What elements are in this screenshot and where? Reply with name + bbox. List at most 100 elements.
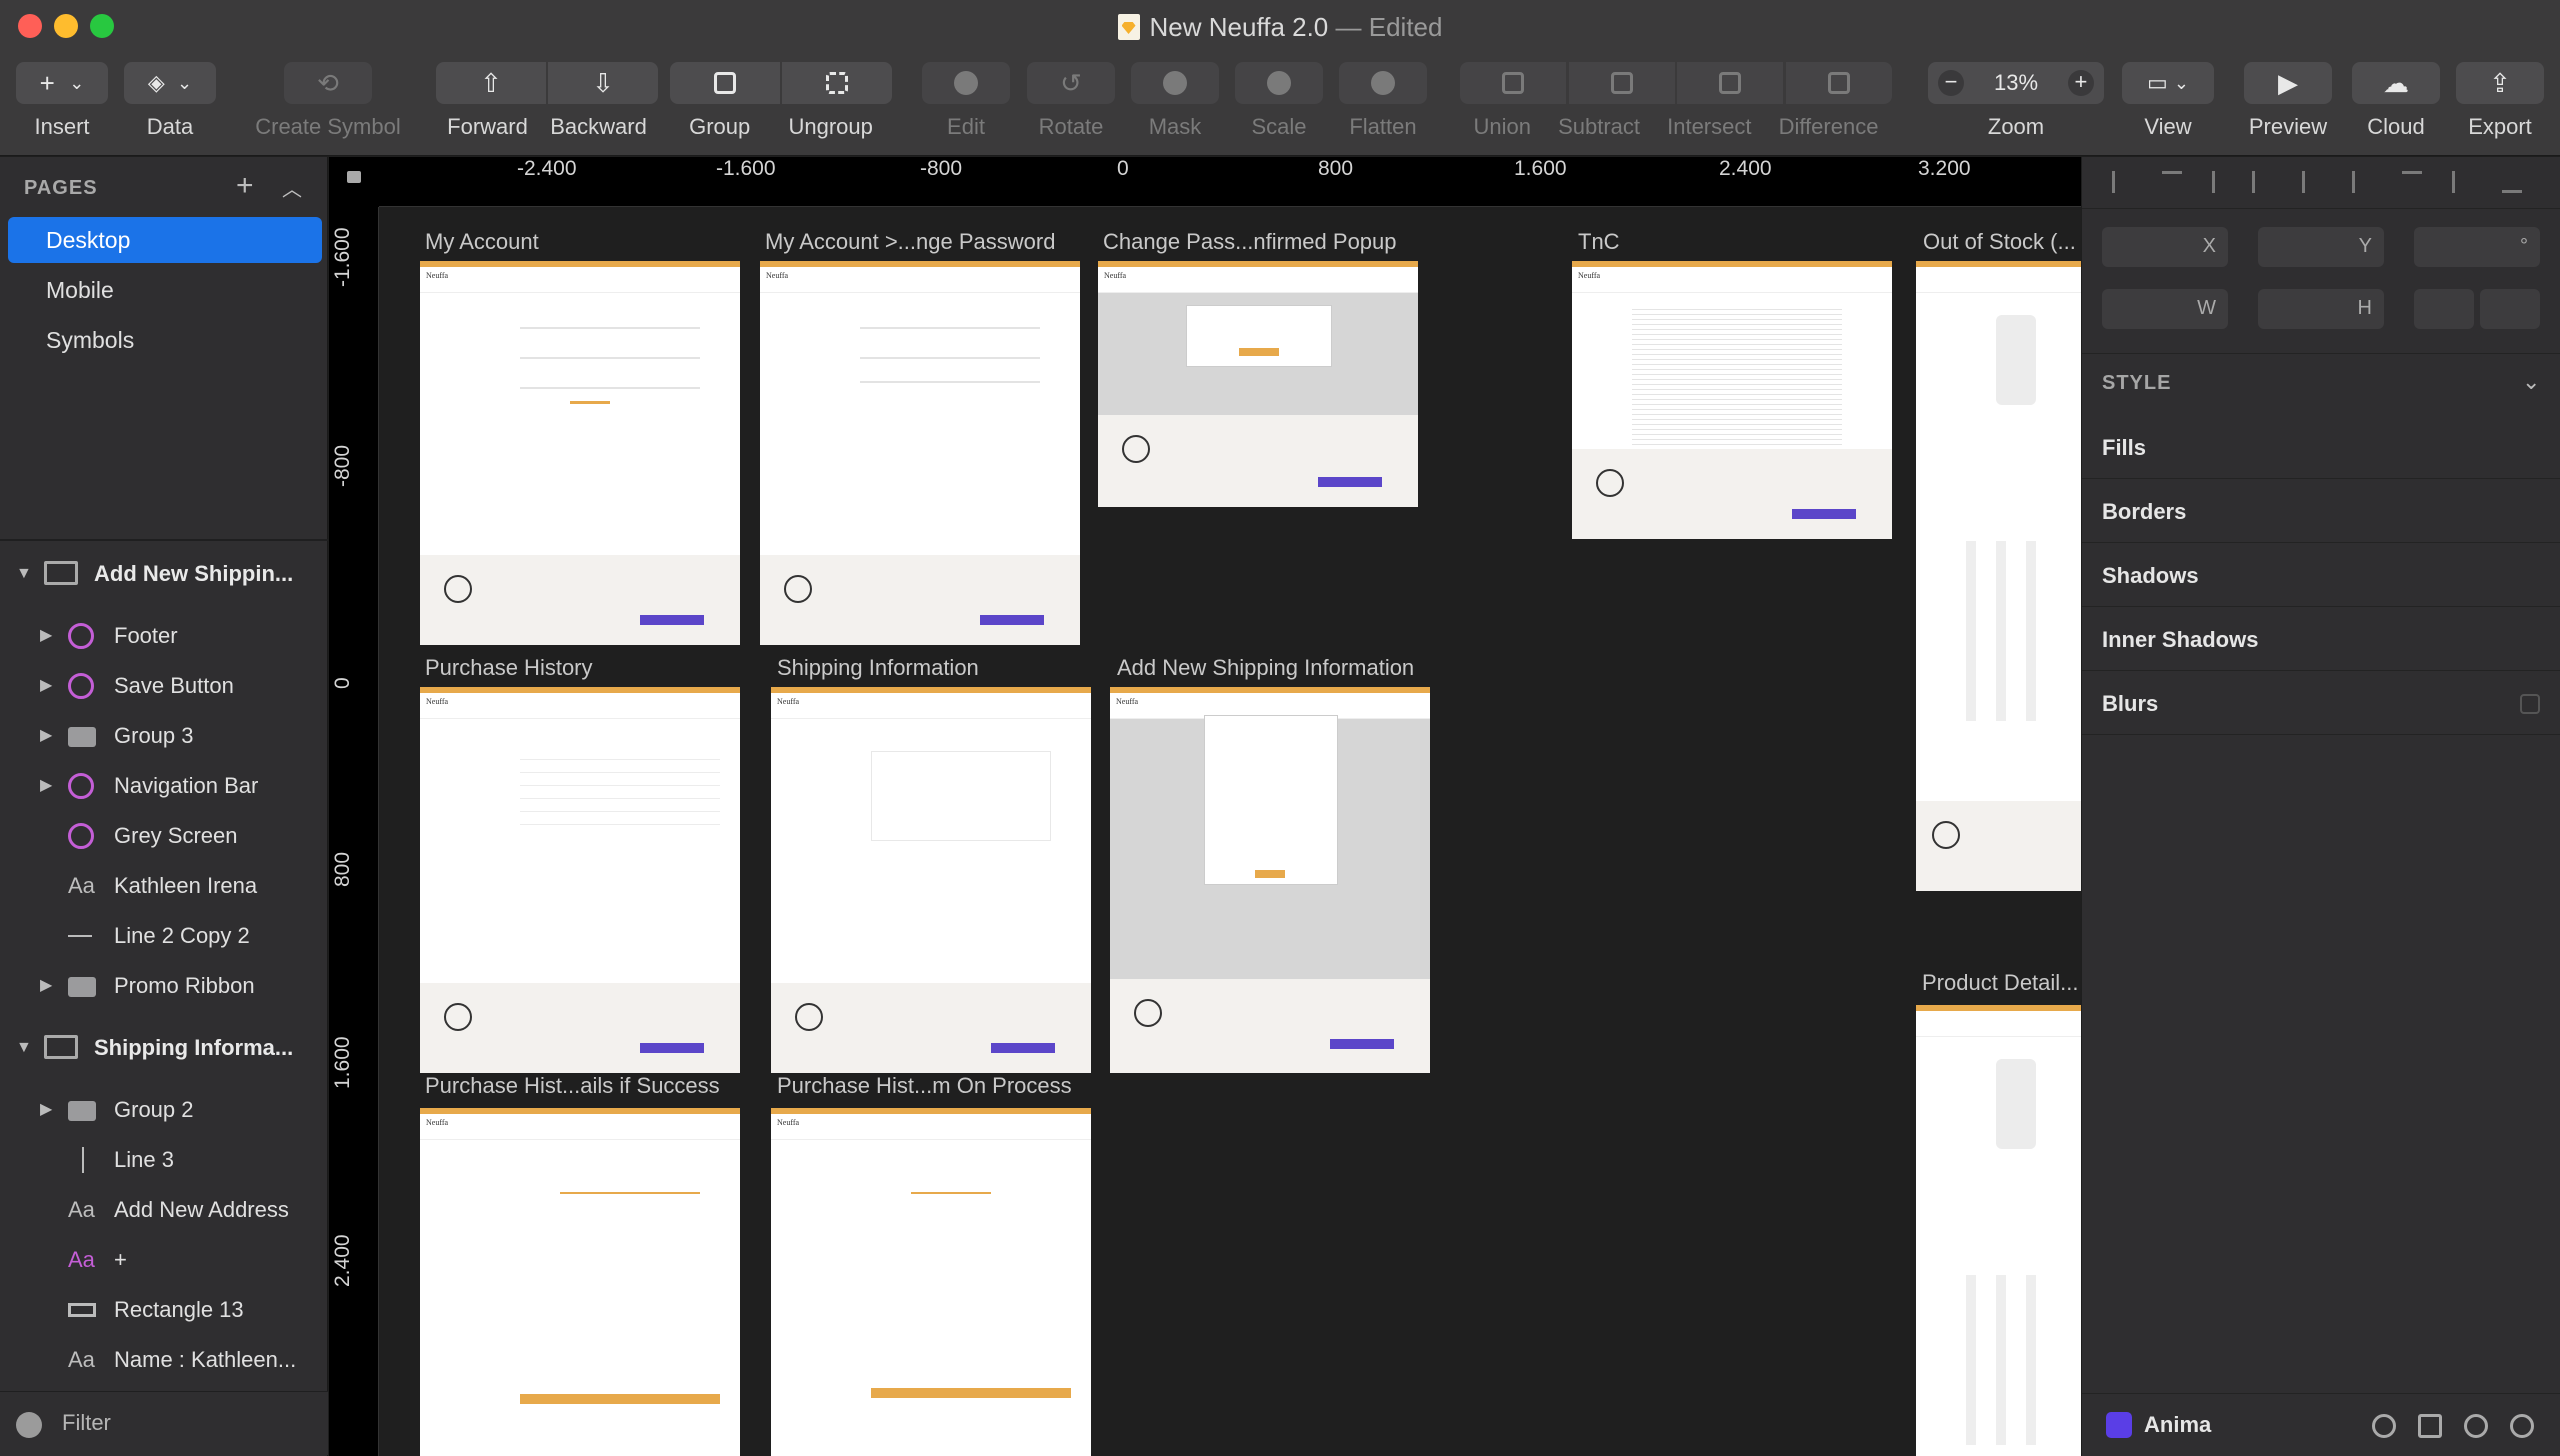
layer-save-button[interactable]: ▶ Save Button — [0, 661, 328, 711]
view-button[interactable]: ▭ ⌄ — [2122, 62, 2214, 104]
align-top-icon[interactable] — [2252, 171, 2272, 193]
artboard-title[interactable]: Purchase Hist...ails if Success — [425, 1073, 720, 1099]
artboard-title[interactable]: Shipping Information — [777, 655, 979, 681]
artboard-title[interactable]: Purchase History — [425, 655, 593, 681]
cloud-button[interactable]: ☁ — [2352, 62, 2440, 104]
layer-name-kathleen[interactable]: Aa Name : Kathleen... — [0, 1335, 328, 1385]
layer-navigation-bar[interactable]: ▶ Navigation Bar — [0, 761, 328, 811]
artboard-purchase-success[interactable]: Neuffa — [420, 1108, 740, 1456]
create-symbol-button[interactable]: ⟲ — [284, 62, 372, 104]
cloud-tool[interactable]: ☁ Cloud — [2352, 62, 2440, 140]
export-button[interactable]: ⇪ — [2456, 62, 2544, 104]
flip-horizontal-button[interactable] — [2414, 289, 2474, 329]
layer-group-2[interactable]: ▶ Group 2 — [0, 1085, 328, 1135]
intersect-button[interactable] — [1677, 62, 1784, 104]
align-right-icon[interactable] — [2352, 171, 2372, 193]
zoom-out-button[interactable]: − — [1938, 70, 1964, 96]
export-tool[interactable]: ⇪ Export — [2456, 62, 2544, 140]
artboard-out-of-stock[interactable] — [1916, 261, 2081, 891]
artboard-password-popup[interactable]: Neuffa — [1098, 261, 1418, 507]
artboard-purchase-history[interactable]: Neuffa — [420, 687, 740, 1073]
filter-bar[interactable]: Filter — [0, 1391, 328, 1455]
align-left-icon[interactable] — [2112, 171, 2132, 193]
artboard-title[interactable]: Purchase Hist...m On Process — [777, 1073, 1072, 1099]
zoom-in-button[interactable]: + — [2067, 70, 2094, 96]
insert-button[interactable]: + ⌄ — [16, 62, 108, 104]
align-center-icon[interactable] — [2162, 171, 2182, 193]
scale-button[interactable] — [1235, 62, 1323, 104]
align-top-edge-icon[interactable] — [2402, 171, 2422, 193]
artboard-title[interactable]: My Account — [425, 229, 539, 255]
align-middle-icon[interactable] — [2302, 171, 2322, 193]
layer-line-3[interactable]: Line 3 — [0, 1135, 328, 1185]
artboard-title[interactable]: My Account >...nge Password — [765, 229, 1055, 255]
artboard-my-account[interactable]: Neuffa — [420, 261, 740, 645]
settings-icon[interactable] — [2464, 1414, 2488, 1438]
rotate-button[interactable]: ↺ — [1027, 62, 1115, 104]
add-page-button[interactable]: + — [236, 169, 254, 203]
preview-tool[interactable]: ▶ Preview — [2244, 62, 2332, 140]
layer-grey-screen[interactable]: Grey Screen — [0, 811, 328, 861]
subtract-button[interactable] — [1568, 62, 1675, 104]
scale-tool[interactable]: Scale — [1234, 62, 1324, 140]
zoom-control[interactable]: − 13% + — [1928, 62, 2104, 104]
layer-kathleen-irena[interactable]: Aa Kathleen Irena — [0, 861, 328, 911]
height-field[interactable]: H — [2258, 289, 2384, 329]
layer-add-new-address[interactable]: Aa Add New Address — [0, 1185, 328, 1235]
union-button[interactable] — [1460, 62, 1567, 104]
disclosure-closed-icon[interactable]: ▶ — [40, 611, 52, 661]
blurs-section[interactable]: Blurs — [2102, 691, 2158, 717]
layer-footer[interactable]: ▶ Footer — [0, 611, 328, 661]
blur-checkbox[interactable] — [2520, 694, 2540, 714]
disclosure-closed-icon[interactable]: ▶ — [40, 711, 52, 761]
artboard-purchase-on-process[interactable]: Neuffa — [771, 1108, 1091, 1456]
artboard-title[interactable]: Change Pass...nfirmed Popup — [1103, 229, 1397, 255]
layer-rectangle-13[interactable]: Rectangle 13 — [0, 1285, 328, 1335]
fills-section[interactable]: Fills — [2102, 435, 2146, 461]
layer-group-3[interactable]: ▶ Group 3 — [0, 711, 328, 761]
shadows-section[interactable]: Shadows — [2102, 563, 2199, 589]
rotation-field[interactable]: ° — [2414, 227, 2540, 267]
vertical-ruler[interactable]: -1.600 -800 0 800 1.600 2.400 — [329, 157, 379, 1456]
layer-artboard-add-new-shipping[interactable]: ▼ Add New Shippin... — [0, 549, 328, 599]
artboard-product-detail[interactable] — [1916, 1005, 2081, 1456]
x-field[interactable]: X — [2102, 227, 2228, 267]
disclosure-closed-icon[interactable]: ▶ — [40, 961, 52, 1011]
layout-icon[interactable] — [2418, 1414, 2442, 1438]
difference-button[interactable] — [1785, 62, 1892, 104]
chevron-down-icon[interactable]: ⌄ — [2522, 369, 2540, 395]
layer-line-2-copy-2[interactable]: Line 2 Copy 2 — [0, 911, 328, 961]
layer-promo-ribbon[interactable]: ▶ Promo Ribbon — [0, 961, 328, 1011]
distribute-icon[interactable] — [2212, 171, 2232, 193]
backward-button[interactable]: ⇩ — [548, 62, 658, 104]
data-button[interactable]: ◈ ⌄ — [124, 62, 216, 104]
disable-icon[interactable] — [2510, 1414, 2534, 1438]
page-item-desktop[interactable]: Desktop — [8, 217, 322, 263]
record-icon[interactable] — [2372, 1414, 2396, 1438]
y-field[interactable]: Y — [2258, 227, 2384, 267]
flatten-button[interactable] — [1339, 62, 1427, 104]
group-button[interactable] — [670, 62, 780, 104]
artboard-title[interactable]: Add New Shipping Information — [1117, 655, 1414, 681]
borders-section[interactable]: Borders — [2102, 499, 2186, 525]
width-field[interactable]: W — [2102, 289, 2228, 329]
lock-icon[interactable] — [347, 171, 361, 183]
artboard-title[interactable]: Out of Stock (... — [1923, 229, 2076, 255]
anima-label[interactable]: Anima — [2144, 1412, 2211, 1438]
create-symbol-tool[interactable]: ⟲ Create Symbol — [248, 62, 408, 140]
horizontal-ruler[interactable]: -2.400 -1.600 -800 0 800 1.600 2.400 3.2… — [329, 157, 2081, 207]
zoom-value[interactable]: 13% — [1994, 70, 2038, 96]
artboard-tnc[interactable]: Neuffa — [1572, 261, 1892, 539]
flatten-tool[interactable]: Flatten — [1338, 62, 1428, 140]
page-item-symbols[interactable]: Symbols — [8, 317, 322, 363]
disclosure-open-icon[interactable]: ▼ — [16, 549, 32, 599]
collapse-pages-icon[interactable]: ︿ — [282, 173, 302, 202]
artboard-add-new-shipping[interactable]: Neuffa — [1110, 687, 1430, 1073]
view-tool[interactable]: ▭ ⌄ View — [2122, 62, 2214, 140]
disclosure-open-icon[interactable]: ▼ — [16, 1023, 32, 1073]
artboard-title[interactable]: Product Detail... — [1922, 970, 2079, 996]
artboard-change-password[interactable]: Neuffa — [760, 261, 1080, 645]
align-bottom-icon[interactable] — [2502, 171, 2522, 193]
rotate-tool[interactable]: ↺ Rotate — [1026, 62, 1116, 140]
flip-vertical-button[interactable] — [2480, 289, 2540, 329]
